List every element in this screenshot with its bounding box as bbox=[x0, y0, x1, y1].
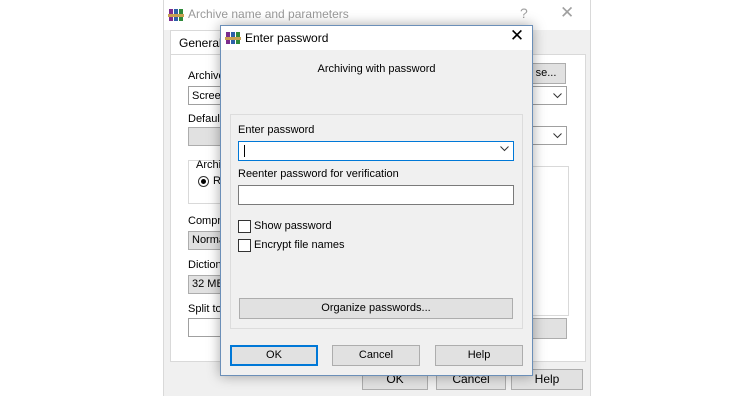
help-button[interactable]: Help bbox=[435, 345, 523, 366]
enter-password-dialog: Enter password ✕ Archiving with password… bbox=[220, 25, 533, 376]
text-cursor bbox=[244, 145, 245, 157]
organize-passwords-button[interactable]: Organize passwords... bbox=[239, 298, 513, 319]
split-volumes-label: Split to bbox=[188, 303, 222, 315]
radio-rar[interactable] bbox=[198, 176, 209, 187]
reenter-password-label: Reenter password for verification bbox=[238, 168, 399, 180]
encrypt-file-names-checkbox[interactable] bbox=[238, 239, 251, 252]
chevron-down-icon bbox=[553, 93, 562, 99]
show-password-label: Show password bbox=[254, 220, 332, 232]
close-icon[interactable]: ✕ bbox=[560, 3, 574, 23]
ok-button[interactable]: OK bbox=[230, 345, 318, 366]
background-window-title: Archive name and parameters bbox=[188, 7, 349, 21]
dialog-subtitle: Archiving with password bbox=[317, 63, 436, 75]
winrar-app-icon bbox=[168, 9, 184, 21]
dialog-titlebar: Enter password ✕ bbox=[221, 26, 532, 50]
password-input[interactable] bbox=[238, 141, 514, 161]
default-profile-label: Default bbox=[188, 113, 223, 125]
chevron-down-icon[interactable] bbox=[500, 146, 509, 152]
dialog-title: Enter password bbox=[245, 31, 329, 45]
help-icon[interactable]: ? bbox=[520, 5, 528, 21]
show-password-checkbox[interactable] bbox=[238, 220, 251, 233]
close-icon[interactable]: ✕ bbox=[507, 26, 527, 46]
encrypt-file-names-label: Encrypt file names bbox=[254, 239, 345, 251]
enter-password-label: Enter password bbox=[238, 124, 315, 136]
cancel-button[interactable]: Cancel bbox=[332, 345, 420, 366]
winrar-app-icon bbox=[225, 32, 241, 44]
chevron-down-icon bbox=[553, 133, 562, 139]
reenter-password-input[interactable] bbox=[238, 185, 514, 205]
